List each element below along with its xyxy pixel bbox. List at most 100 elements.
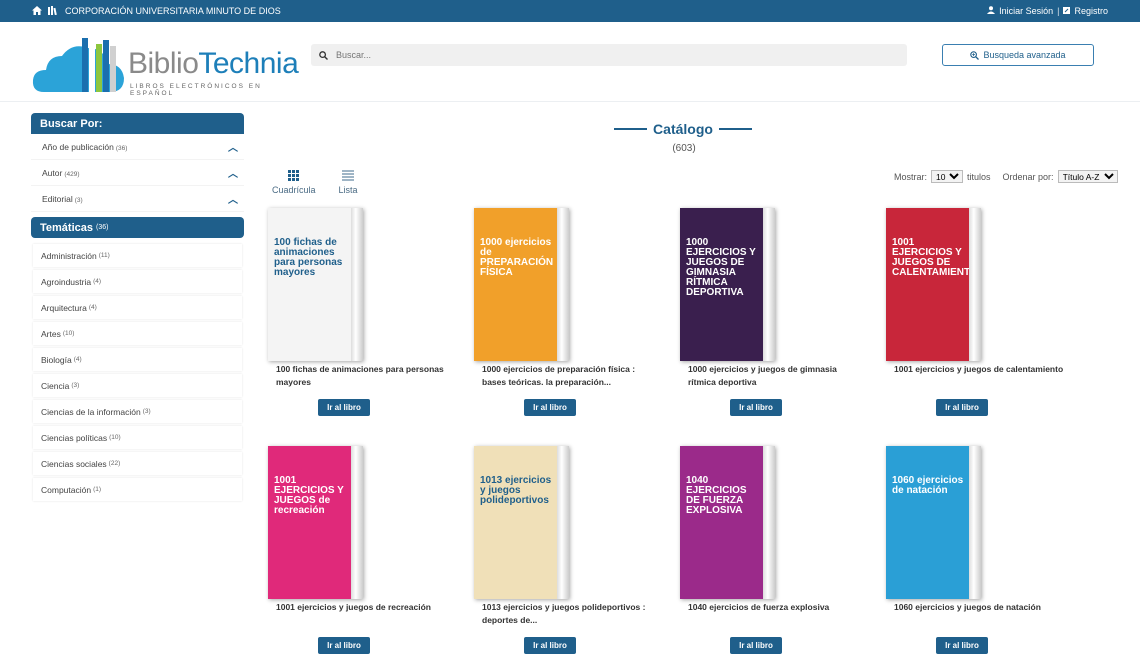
cover-text: 1060 ejercicios de natación <box>892 475 964 496</box>
cover-text: 1013 ejercicios y juegos polideportivos <box>480 475 552 506</box>
book-cover[interactable]: 1001 EJERCICIOS Y JUEGOS de recreación <box>268 446 363 599</box>
theme-label: Ciencias sociales <box>41 458 107 469</box>
book-cover[interactable]: 1000 EJERCICIOS Y JUEGOS DE GIMNASIA RÍT… <box>680 208 775 361</box>
theme-item[interactable]: Ciencias sociales (22) <box>33 452 242 475</box>
theme-item[interactable]: Ciencias políticas (10) <box>33 426 242 449</box>
theme-count: (3) <box>142 408 151 415</box>
cover-text: 100 fichas de animaciones para personas … <box>274 237 343 278</box>
book-title[interactable]: 1040 ejercicios de fuerza explosiva <box>688 601 858 614</box>
search-input[interactable] <box>336 50 896 60</box>
search-by-header: Buscar Por: <box>31 113 244 134</box>
theme-item[interactable]: Artes (10) <box>33 322 242 345</box>
search-plus-icon <box>970 50 980 60</box>
book-spine <box>969 446 981 599</box>
grid-view-toggle[interactable]: Cuadrícula <box>272 170 316 195</box>
theme-label: Ciencias de la información <box>41 406 141 417</box>
library-icon <box>48 5 59 17</box>
book-cover[interactable]: 1013 ejercicios y juegos polideportivos <box>474 446 569 599</box>
book-title[interactable]: 100 fichas de animaciones para personas … <box>276 363 446 389</box>
theme-item[interactable]: Arquitectura (4) <box>33 296 242 319</box>
theme-count: (11) <box>98 252 110 259</box>
book-cover[interactable]: 1060 ejercicios de natación <box>886 446 981 599</box>
institution-name[interactable]: CORPORACIÓN UNIVERSITARIA MINUTO DE DIOS <box>65 6 281 16</box>
book-title[interactable]: 1001 ejercicios y juegos de recreación <box>276 601 446 614</box>
facet-publisher[interactable]: Editorial (3) ︿ <box>31 186 244 212</box>
catalog-title-text: Catálogo <box>653 121 713 137</box>
theme-item[interactable]: Agroindustria (4) <box>33 270 242 293</box>
facet-label: Editorial <box>42 193 73 204</box>
edit-icon <box>1063 6 1071 16</box>
chevron-up-icon[interactable]: ︿ <box>228 165 238 180</box>
register-link[interactable]: Registro <box>1074 6 1108 16</box>
catalog-controls: Mostrar: 10 titulos Ordenar por: Título … <box>894 170 1118 183</box>
theme-label: Artes <box>41 328 61 339</box>
book-card: 1000 EJERCICIOS Y JUEGOS DE GIMNASIA RÍT… <box>680 208 870 416</box>
cloud-books-icon <box>32 38 124 92</box>
divider: | <box>1057 6 1060 16</box>
list-view-toggle[interactable]: Lista <box>334 170 362 195</box>
book-spine <box>351 208 363 361</box>
theme-item[interactable]: Ciencias de la información (3) <box>33 400 242 423</box>
theme-count: (4) <box>88 304 97 311</box>
top-bar: CORPORACIÓN UNIVERSITARIA MINUTO DE DIOS… <box>0 0 1140 22</box>
theme-item[interactable]: Administración (11) <box>33 244 242 267</box>
search-bar[interactable] <box>311 44 907 66</box>
page-size-select[interactable]: 10 <box>931 170 964 183</box>
theme-label: Administración <box>41 250 97 261</box>
filter-sidebar: Buscar Por: Año de publicación (36) ︿ Aut… <box>31 113 244 504</box>
themes-list: Administración (11) Agroindustria (4) Arqu… <box>31 244 244 501</box>
theme-item[interactable]: Ciencia (3) <box>33 374 242 397</box>
brand-part1: Biblio <box>128 47 199 80</box>
go-to-book-button[interactable]: Ir al libro <box>318 637 370 654</box>
book-cover[interactable]: 100 fichas de animaciones para personas … <box>268 208 363 361</box>
cover-text: 1000 ejercicios de PREPARACIÓN FÍSICA <box>480 237 554 278</box>
go-to-book-button[interactable]: Ir al libro <box>936 637 988 654</box>
chevron-up-icon[interactable]: ︿ <box>228 139 238 154</box>
facet-year[interactable]: Año de publicación (36) ︿ <box>31 134 244 160</box>
book-cover[interactable]: 1000 ejercicios de PREPARACIÓN FÍSICA <box>474 208 569 361</box>
book-spine <box>557 208 569 361</box>
go-to-book-button[interactable]: Ir al libro <box>936 399 988 416</box>
cover-text: 1001 EJERCICIOS Y JUEGOS de recreación <box>274 475 344 516</box>
book-cover[interactable]: 1040 EJERCICIOS DE FUERZA EXPLOSIVA <box>680 446 775 599</box>
go-to-book-button[interactable]: Ir al libro <box>730 637 782 654</box>
go-to-book-button[interactable]: Ir al libro <box>730 399 782 416</box>
go-to-book-button[interactable]: Ir al libro <box>318 399 370 416</box>
book-card: 1001 EJERCICIOS Y JUEGOS de recreación 10… <box>268 446 458 654</box>
go-to-book-button[interactable]: Ir al libro <box>524 637 576 654</box>
themes-count: (36) <box>96 224 109 231</box>
book-card: 1040 EJERCICIOS DE FUERZA EXPLOSIVA 1040 … <box>680 446 870 654</box>
book-title[interactable]: 1000 ejercicios de preparación física : … <box>482 363 652 389</box>
book-title[interactable]: 1001 ejercicios y juegos de calentamient… <box>894 363 1064 376</box>
book-spine <box>351 446 363 599</box>
search-by-title: Buscar Por: <box>40 117 103 130</box>
theme-count: (4) <box>73 356 82 363</box>
sort-select[interactable]: Título A-Z <box>1057 170 1118 183</box>
book-title[interactable]: 1013 ejercicios y juegos polideportivos … <box>482 601 652 627</box>
cover-text: 1000 EJERCICIOS Y JUEGOS DE GIMNASIA RÍT… <box>686 237 756 298</box>
grid-view-label: Cuadrícula <box>272 185 316 195</box>
book-spine <box>969 208 981 361</box>
login-link[interactable]: Iniciar Sesión <box>999 6 1053 16</box>
theme-item[interactable]: Biología (4) <box>33 348 242 371</box>
chevron-up-icon[interactable]: ︿ <box>228 191 238 206</box>
cover-text: 1040 EJERCICIOS DE FUERZA EXPLOSIVA <box>686 475 747 516</box>
bibliotechnia-logo[interactable]: BiblioTechnia LIBROS ELECTRÓNICOS EN ESP… <box>32 34 299 98</box>
facet-author[interactable]: Autor (429) ︿ <box>31 160 244 186</box>
search-icon <box>319 50 328 60</box>
book-title[interactable]: 1000 ejercicios y juegos de gimnasia rít… <box>688 363 858 389</box>
home-icon[interactable] <box>32 5 42 17</box>
themes-header[interactable]: Temáticas (36) <box>31 217 244 238</box>
cover-text: 1001 EJERCICIOS Y JUEGOS DE CALENTAMIENT… <box>892 237 978 278</box>
advanced-search-button[interactable]: Busqueda avanzada <box>942 44 1094 66</box>
book-title[interactable]: 1060 ejercicios y juegos de natación <box>894 601 1064 614</box>
theme-label: Biología <box>41 354 72 365</box>
book-cover[interactable]: 1001 EJERCICIOS Y JUEGOS DE CALENTAMIENT… <box>886 208 981 361</box>
account-links: Iniciar Sesión | Registro <box>987 6 1108 16</box>
themes-title: Temáticas <box>40 221 93 234</box>
order-label: Ordenar por: <box>1002 171 1054 182</box>
theme-label: Computación <box>41 484 92 495</box>
theme-item[interactable]: Computación (1) <box>33 478 242 501</box>
theme-count: (10) <box>109 434 121 441</box>
go-to-book-button[interactable]: Ir al libro <box>524 399 576 416</box>
